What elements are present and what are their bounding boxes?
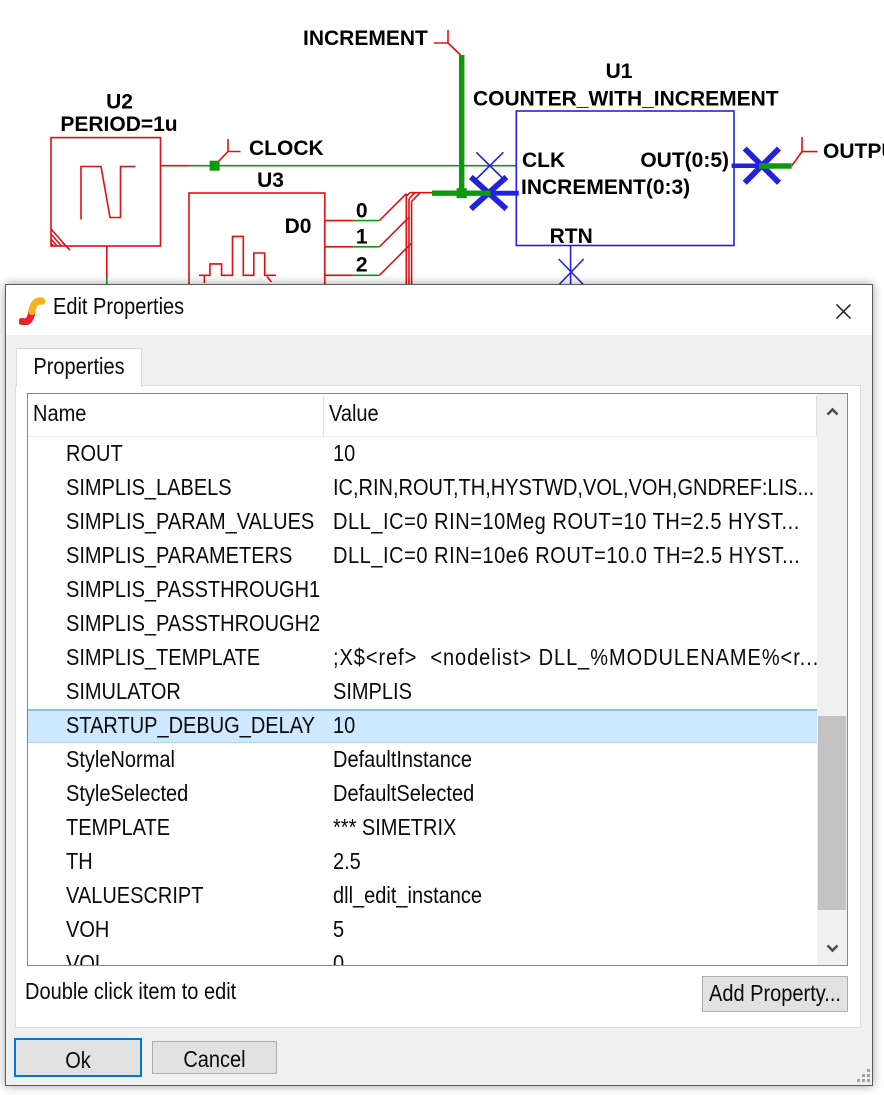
svg-text:U2: U2 <box>106 91 133 114</box>
svg-text:COUNTER_WITH_INCREMENT: COUNTER_WITH_INCREMENT <box>473 88 779 111</box>
svg-text:INCREMENT(0:3): INCREMENT(0:3) <box>521 176 690 199</box>
svg-text:RTN: RTN <box>550 225 593 248</box>
svg-text:0: 0 <box>356 200 368 223</box>
svg-text:CLK: CLK <box>522 149 565 172</box>
svg-text:PERIOD=1u: PERIOD=1u <box>60 113 177 136</box>
svg-text:2: 2 <box>356 254 368 277</box>
svg-text:D0: D0 <box>285 215 312 238</box>
svg-text:CLOCK: CLOCK <box>249 137 324 160</box>
svg-text:OUT(0:5): OUT(0:5) <box>640 149 729 172</box>
svg-text:OUTPUT: OUTPUT <box>823 140 884 163</box>
svg-text:INCREMENT: INCREMENT <box>303 27 428 50</box>
svg-text:U1: U1 <box>606 60 633 83</box>
svg-text:U3: U3 <box>257 169 284 192</box>
svg-text:1: 1 <box>356 226 368 249</box>
